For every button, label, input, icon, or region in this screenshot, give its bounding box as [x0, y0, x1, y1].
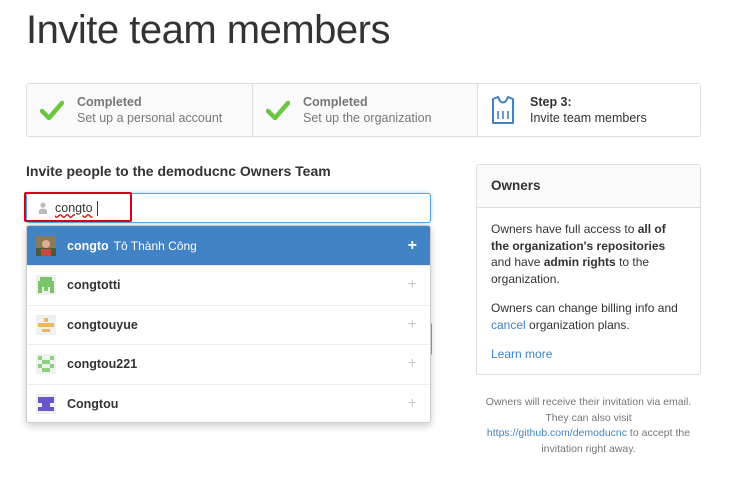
- step-invite-members: Step 3: Invite team members: [477, 84, 700, 136]
- org-url-link[interactable]: https://github.com/demoducnc: [487, 427, 627, 439]
- invite-heading: Invite people to the demoducnc Owners Te…: [26, 163, 331, 179]
- step-status: Completed: [77, 95, 142, 109]
- page-title: Invite team members: [26, 8, 390, 52]
- step-description: Set up the organization: [303, 111, 432, 125]
- suggestion-item[interactable]: congto Tô Thành Công +: [27, 226, 430, 266]
- add-icon[interactable]: +: [408, 276, 417, 294]
- suggestion-item[interactable]: congtou221 +: [27, 345, 430, 385]
- suggestion-fullname: Tô Thành Công: [113, 238, 197, 253]
- step-status: Completed: [303, 95, 368, 109]
- photo-avatar: [36, 235, 56, 256]
- owners-billing-info: Owners can change billing info and cance…: [491, 301, 678, 332]
- shirt-icon: [490, 95, 516, 125]
- identicon-avatar: [36, 354, 56, 375]
- identicon-avatar: [36, 314, 56, 335]
- highlight-box: [24, 192, 132, 222]
- owners-description: Owners have full access to all of the or…: [491, 222, 666, 286]
- owners-info-panel: Owners Owners have full access to all of…: [476, 164, 701, 375]
- step-description: Invite team members: [530, 111, 647, 125]
- suggestion-username: congtotti: [67, 278, 121, 293]
- checkmark-icon: [265, 97, 291, 123]
- identicon-avatar: [36, 275, 56, 296]
- invitation-note: Owners will receive their invitation via…: [485, 396, 692, 455]
- identicon-avatar: [36, 394, 56, 415]
- suggestion-username: congto: [67, 238, 109, 253]
- add-icon[interactable]: +: [408, 395, 417, 413]
- learn-more-link[interactable]: Learn more: [491, 347, 552, 361]
- suggestion-item[interactable]: Congtou +: [27, 385, 430, 423]
- add-icon[interactable]: +: [408, 316, 417, 334]
- suggestion-item[interactable]: congtouyue +: [27, 306, 430, 345]
- suggestion-username: Congtou: [67, 397, 119, 412]
- suggestion-username: congtou221: [67, 357, 138, 372]
- add-icon[interactable]: +: [408, 355, 417, 373]
- cancel-link[interactable]: cancel: [491, 318, 526, 332]
- progress-steps: Completed Set up a personal account Comp…: [26, 83, 701, 137]
- suggestion-dropdown: congto Tô Thành Công + congtotti + congt…: [26, 225, 431, 423]
- owners-title: Owners: [477, 165, 700, 208]
- step-status: Step 3:: [530, 95, 572, 109]
- step-personal-account: Completed Set up a personal account: [27, 84, 252, 136]
- suggestion-username: congtouyue: [67, 317, 138, 332]
- suggestion-item[interactable]: congtotti +: [27, 266, 430, 306]
- step-organization: Completed Set up the organization: [252, 84, 477, 136]
- add-icon[interactable]: +: [408, 237, 417, 255]
- step-description: Set up a personal account: [77, 111, 223, 125]
- checkmark-icon: [39, 97, 65, 123]
